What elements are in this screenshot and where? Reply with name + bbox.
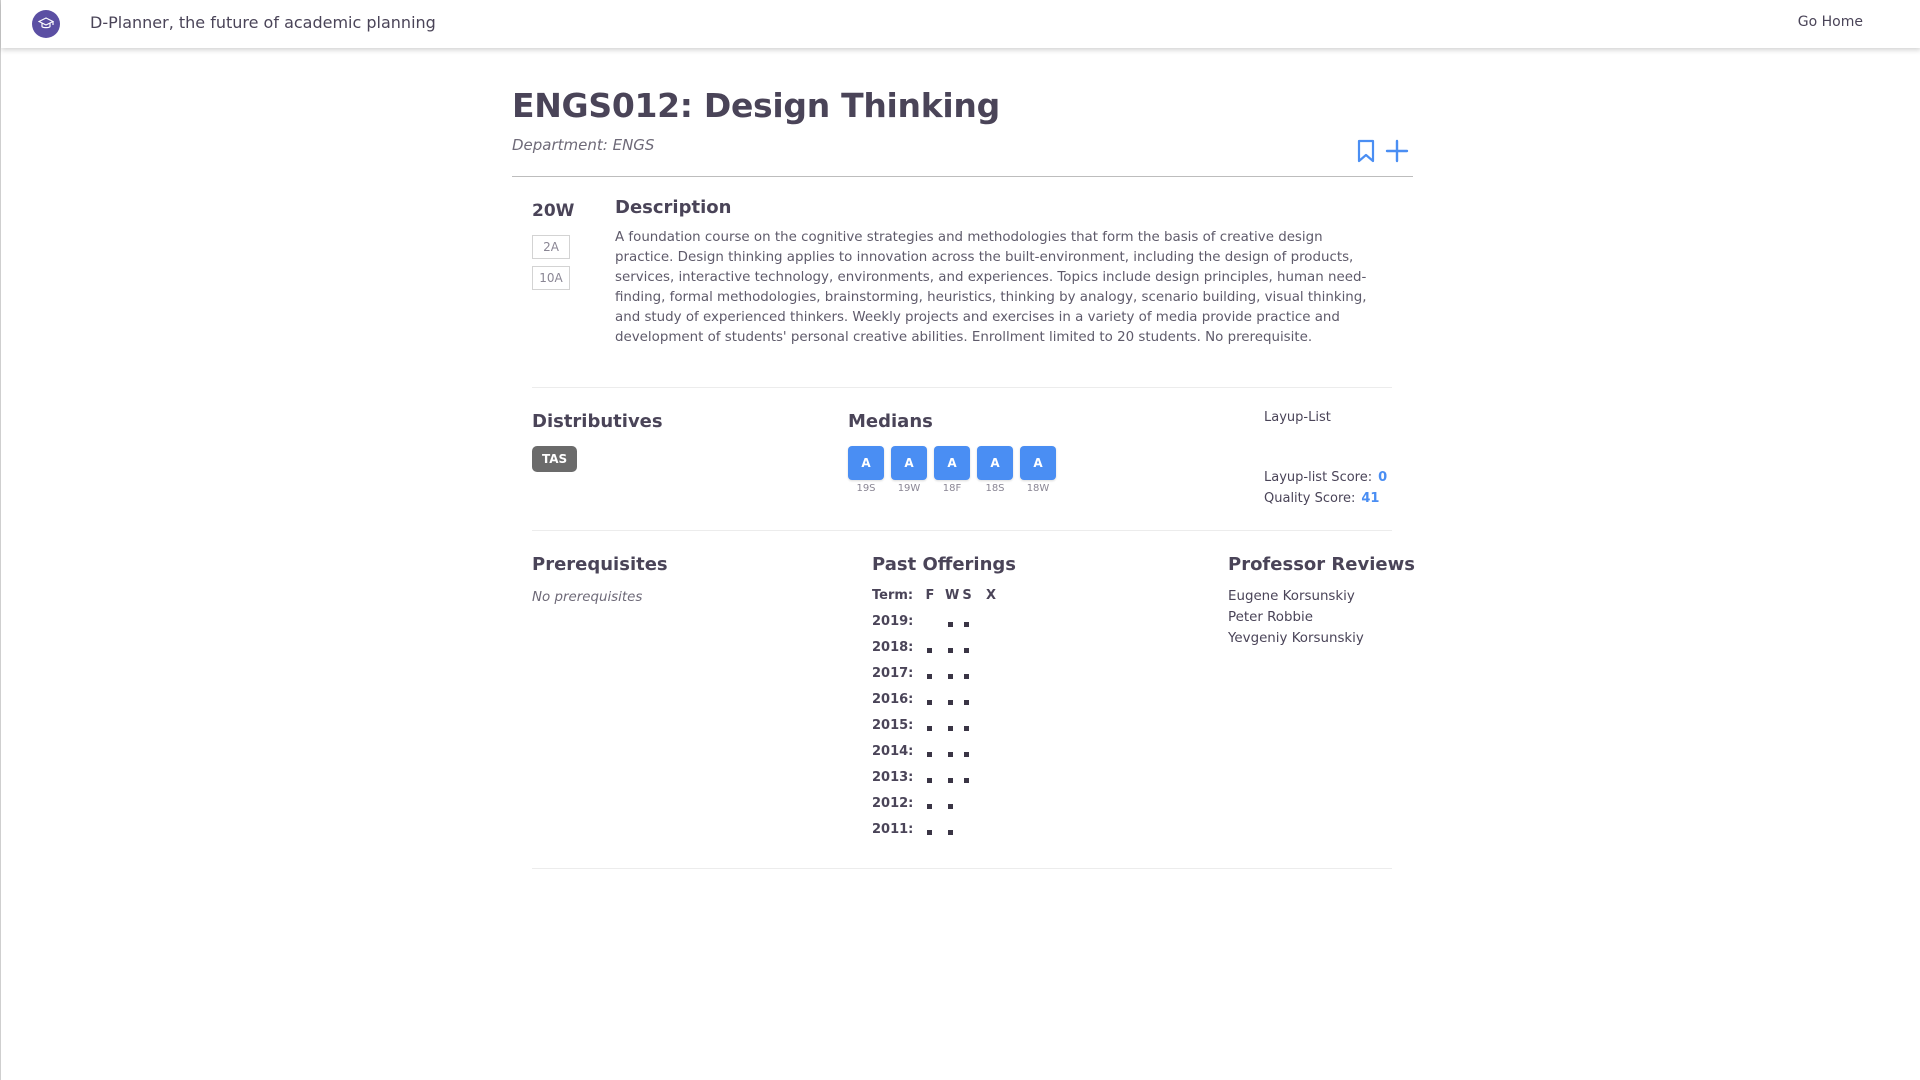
median-grade: A <box>934 446 970 480</box>
offered-marker <box>948 700 953 705</box>
offerings-year: 2015: <box>872 718 914 733</box>
offerings-term-label: Term: <box>872 588 914 603</box>
professor-name[interactable]: Peter Robbie <box>1228 610 1313 625</box>
offered-marker <box>964 674 969 679</box>
plus-icon[interactable] <box>1385 139 1409 163</box>
professor-name[interactable]: Eugene Korsunskiy <box>1228 589 1355 604</box>
offered-marker <box>927 830 932 835</box>
section-divider <box>532 387 1392 388</box>
median-term: 18F <box>942 483 962 494</box>
offerings-year: 2016: <box>872 692 914 707</box>
median-grade: A <box>977 446 1013 480</box>
graduation-cap-icon[interactable] <box>32 10 60 38</box>
offered-marker <box>927 674 932 679</box>
offered-marker <box>948 778 953 783</box>
offerings-column-summer: X <box>985 588 997 603</box>
median-grade: A <box>891 446 927 480</box>
quality-score-value: 41 <box>1361 491 1380 506</box>
app-title: D-Planner, the future of academic planni… <box>90 13 436 32</box>
median-term: 19W <box>897 483 921 494</box>
department-value: ENGS <box>612 136 655 154</box>
offered-marker <box>927 752 932 757</box>
offerings-year: 2018: <box>872 640 914 655</box>
department-line: Department: ENGS <box>512 136 654 154</box>
offered-marker <box>927 700 932 705</box>
layup-score-label: Layup-list Score: <box>1264 470 1373 485</box>
professor-name[interactable]: Yevgeniy Korsunskiy <box>1228 631 1364 646</box>
description-heading: Description <box>615 197 732 218</box>
offerings-year: 2017: <box>872 666 914 681</box>
offered-marker <box>948 804 953 809</box>
section-divider <box>532 530 1392 531</box>
quality-score-row: Quality Score: 41 <box>1264 491 1379 506</box>
medians-heading: Medians <box>848 411 933 432</box>
quality-score-label: Quality Score: <box>1264 491 1356 506</box>
prerequisites-heading: Prerequisites <box>532 554 668 575</box>
median-term: 19S <box>856 483 876 494</box>
offerings-year: 2013: <box>872 770 914 785</box>
offerings-year: 2011: <box>872 822 914 837</box>
layup-score-value: 0 <box>1378 470 1388 485</box>
offered-marker <box>927 804 932 809</box>
offerings-column-fall: F <box>925 588 935 603</box>
offered-marker <box>948 622 953 627</box>
offered-marker <box>927 778 932 783</box>
header-divider <box>512 176 1413 177</box>
offered-marker <box>948 830 953 835</box>
current-term: 20W <box>532 201 575 221</box>
period-badge: 2A <box>532 235 570 259</box>
offerings-column-winter: W <box>945 588 960 603</box>
professor-reviews-heading: Professor Reviews <box>1228 554 1415 575</box>
department-label: Department: <box>512 136 608 154</box>
go-home-link[interactable]: Go Home <box>1798 14 1863 30</box>
offered-marker <box>948 726 953 731</box>
layup-list-label: Layup-List <box>1264 410 1331 425</box>
offerings-column-spring: S <box>962 588 972 603</box>
offered-marker <box>948 648 953 653</box>
median-term: 18W <box>1026 483 1050 494</box>
offerings-year: 2012: <box>872 796 914 811</box>
offered-marker <box>948 752 953 757</box>
distributive-badge: TAS <box>532 446 578 472</box>
median-term: 18S <box>985 483 1005 494</box>
median-grade: A <box>848 446 884 480</box>
offered-marker <box>964 622 969 627</box>
offered-marker <box>964 752 969 757</box>
median-grade: A <box>1020 446 1056 480</box>
offered-marker <box>927 726 932 731</box>
offered-marker <box>964 648 969 653</box>
period-badge: 10A <box>532 266 570 290</box>
offered-marker <box>948 674 953 679</box>
description-text: A foundation course on the cognitive str… <box>615 230 1367 345</box>
past-offerings-heading: Past Offerings <box>872 554 1016 575</box>
offerings-year: 2014: <box>872 744 914 759</box>
offered-marker <box>964 700 969 705</box>
distributives-heading: Distributives <box>532 411 663 432</box>
top-navbar: D-Planner, the future of academic planni… <box>1 0 1920 48</box>
no-prerequisites-text: No prerequisites <box>532 590 643 605</box>
layup-score-row: Layup-list Score: 0 <box>1264 470 1387 485</box>
offerings-year: 2019: <box>872 614 914 629</box>
offered-marker <box>964 778 969 783</box>
offered-marker <box>927 648 932 653</box>
offered-marker <box>964 726 969 731</box>
course-title: ENGS012: Design Thinking <box>512 86 1000 125</box>
bookmark-icon[interactable] <box>1355 139 1377 163</box>
section-divider <box>532 868 1392 869</box>
